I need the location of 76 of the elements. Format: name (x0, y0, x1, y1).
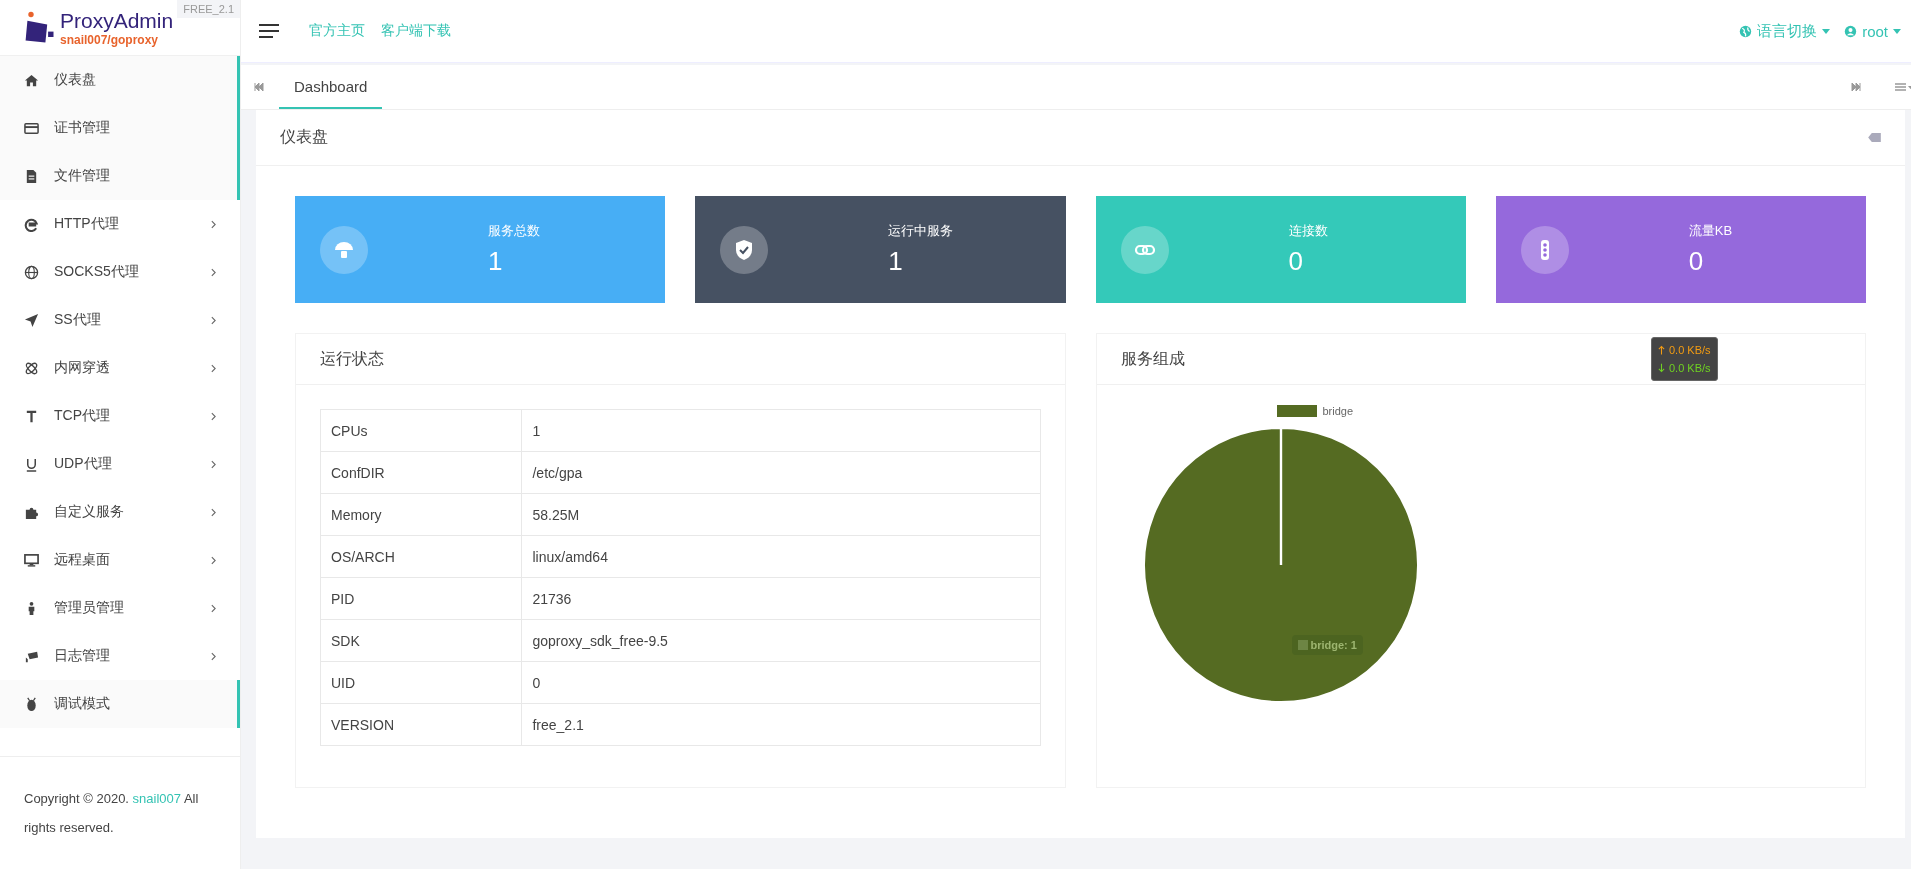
bug-icon (24, 696, 39, 712)
home-icon (24, 72, 39, 88)
table-cell: ConfDIR (320, 451, 522, 494)
sidebar-item[interactable]: 远程桌面 (0, 536, 240, 584)
stat-value: 0 (1288, 246, 1304, 277)
letter-t-icon (24, 408, 39, 424)
globe-icon (1739, 24, 1753, 38)
card-icon (24, 120, 39, 136)
app-name: ProxyAdmin (60, 9, 174, 31)
sidebar-item[interactable]: 仪表盘 (0, 56, 240, 104)
traffic-icon (1520, 225, 1569, 274)
menu-icon[interactable] (259, 23, 279, 39)
globe-icon (24, 264, 39, 280)
sidebar-item[interactable]: 日志管理 (0, 632, 240, 680)
skip-forward-icon[interactable] (1851, 83, 1861, 91)
monitor-icon (24, 552, 39, 568)
stat-label: 流量KB (1688, 222, 1733, 240)
list-menu-icon[interactable] (1895, 83, 1911, 91)
table-cell: /etc/gpa (521, 451, 1040, 494)
table-cell: Memory (320, 493, 522, 536)
version-badge: FREE_2.1 (177, 0, 240, 18)
stat-label: 运行中服务 (888, 222, 954, 240)
stat-label: 连接数 (1288, 222, 1328, 240)
table-cell: CPUs (320, 409, 522, 452)
caret-icon (1822, 28, 1831, 34)
backspace-icon[interactable] (1868, 133, 1881, 142)
table-cell: OS/ARCH (320, 535, 522, 578)
link-icon (1120, 225, 1169, 274)
legend-label[interactable]: bridge (1322, 405, 1354, 417)
stat-label: 服务总数 (488, 222, 540, 240)
chart-tooltip: bridge: 1 (1291, 635, 1363, 655)
table-cell: free_2.1 (521, 703, 1040, 746)
card-title: 运行状态 (320, 348, 384, 369)
legend-swatch[interactable] (1276, 405, 1317, 417)
table-cell: PID (320, 577, 522, 620)
sidebar-item[interactable]: 调试模式 (0, 680, 240, 728)
plane-icon (24, 312, 39, 328)
table-cell: 0 (521, 661, 1040, 704)
sidebar-item[interactable]: 文件管理 (0, 152, 240, 200)
upload-speed: 0.0 KB/s (1669, 344, 1711, 356)
table-cell: goproxy_sdk_free-9.5 (521, 619, 1040, 662)
down-arrow-icon (1658, 363, 1665, 373)
user-icon (1844, 24, 1858, 38)
sidebar-item[interactable]: 证书管理 (0, 104, 240, 152)
caret-icon (1893, 28, 1901, 34)
stat-value: 1 (488, 246, 504, 277)
letter-u-icon (24, 456, 39, 472)
up-arrow-icon (1658, 345, 1665, 355)
copyright-text: Copyright © 2020. snail007 All rights reserved. (0, 756, 240, 869)
sidebar-item[interactable]: 管理员管理 (0, 584, 240, 632)
sidebar-item[interactable]: 内网穿透 (0, 344, 240, 392)
app-subtitle: snail007/goproxy (60, 33, 160, 46)
sidebar-item[interactable]: SS代理 (0, 296, 240, 344)
stat-value: 1 (888, 246, 904, 277)
table-cell: SDK (320, 619, 522, 662)
card-title: 服务组成 (1120, 348, 1185, 369)
download-speed: 0.0 KB/s (1669, 362, 1711, 374)
table-cell: linux/amd64 (521, 535, 1040, 578)
skip-back-icon[interactable] (254, 83, 264, 91)
table-cell: 1 (521, 409, 1040, 452)
table-cell: UID (320, 661, 522, 704)
page-title: 仪表盘 (280, 127, 328, 147)
sidebar-item[interactable]: TCP代理 (0, 392, 240, 440)
pie-slice[interactable] (1142, 426, 1419, 704)
sidebar-item[interactable]: 自定义服务 (0, 488, 240, 536)
sidebar-item[interactable]: HTTP代理 (0, 200, 240, 248)
stat-value: 0 (1688, 246, 1705, 277)
atom-icon (24, 360, 39, 376)
table-cell: 21736 (521, 577, 1040, 620)
sidebar-item[interactable]: UDP代理 (0, 440, 240, 488)
letter-e-icon (24, 216, 39, 232)
sidebar-item[interactable]: SOCKS5代理 (0, 248, 240, 296)
shield-icon (720, 225, 769, 274)
table-cell: 58.25M (521, 493, 1040, 536)
table-cell: VERSION (320, 703, 522, 746)
file-icon (24, 168, 39, 184)
